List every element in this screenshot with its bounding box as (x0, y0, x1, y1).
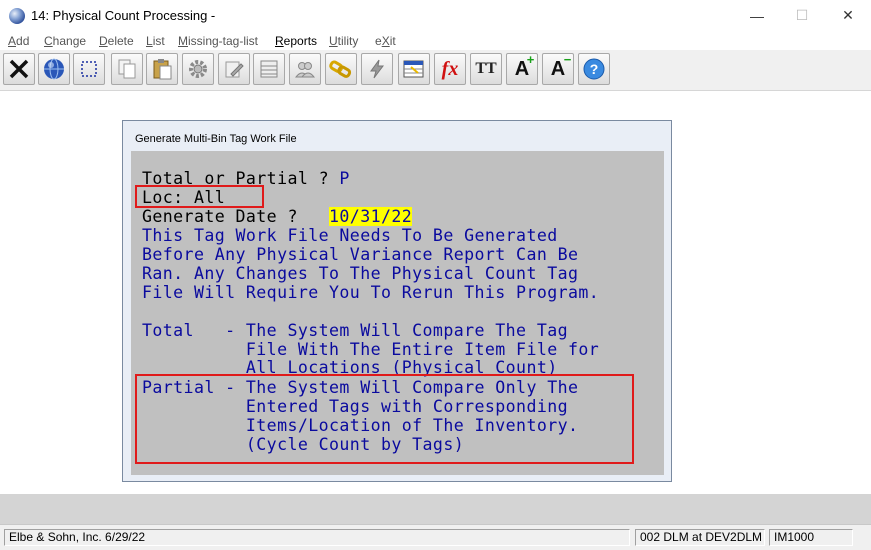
lightning-button[interactable] (361, 53, 393, 85)
fx-function-icon: fx (441, 57, 459, 80)
info-line: This Tag Work File Needs To Be Generated (142, 226, 558, 245)
minimize-icon: — (750, 7, 764, 24)
font-decrease-button[interactable]: A − (542, 52, 574, 85)
plus-icon: + (526, 51, 535, 67)
lightning-icon (370, 59, 384, 79)
close-icon: ✕ (842, 7, 854, 23)
close-button[interactable]: ✕ (825, 0, 871, 31)
total-desc-line: Total - The System Will Compare The Tag (142, 321, 569, 340)
font-increase-icon: A + (515, 52, 535, 81)
info-line: Ran. Any Changes To The Physical Count T… (142, 264, 579, 283)
menu-exit[interactable]: eXit (375, 34, 396, 48)
generate-date-prompt: Generate Date ? 10/31/22 (142, 207, 413, 226)
info-line: Before Any Physical Variance Report Can … (142, 245, 579, 264)
dialog-title: Generate Multi-Bin Tag Work File (135, 133, 297, 145)
maximize-button[interactable]: ☐ (779, 0, 825, 31)
status-session: 002 DLM at DEV2DLM (635, 529, 765, 546)
list-button[interactable] (253, 53, 285, 85)
globe-icon (44, 58, 64, 80)
font-decrease-icon: A − (551, 52, 572, 81)
menu-change[interactable]: Change (44, 34, 86, 48)
maximize-icon: ☐ (795, 7, 809, 23)
paste-button[interactable] (146, 53, 178, 85)
spreadsheet-button[interactable] (398, 53, 430, 85)
spreadsheet-icon (403, 60, 424, 78)
menu-list[interactable]: List (146, 34, 165, 48)
title-bar: 14: Physical Count Processing - — ☐ ✕ (0, 0, 871, 31)
toolbar: fx TT A + A − ? (0, 50, 871, 91)
status-company: Elbe & Sohn, Inc. 6/29/22 (4, 529, 630, 546)
menu-delete[interactable]: Delete (99, 34, 134, 48)
exit-x-icon (9, 59, 29, 79)
globe-button[interactable] (38, 53, 70, 85)
help-button[interactable]: ? (578, 53, 610, 85)
menu-missing-tag-list[interactable]: Missing-tag-list (178, 34, 258, 48)
text-case-button[interactable]: TT (470, 53, 502, 85)
function-button[interactable]: fx (434, 53, 466, 85)
settings-gear-icon (189, 60, 207, 78)
generate-date-label: Generate Date ? (142, 207, 330, 226)
app-globe-icon (9, 8, 25, 24)
paste-icon (153, 59, 172, 80)
select-rect-icon (81, 61, 97, 77)
text-case-icon: TT (475, 60, 497, 77)
status-bar: Elbe & Sohn, Inc. 6/29/22 002 DLM at DEV… (0, 524, 871, 550)
list-grid-icon (260, 60, 278, 78)
font-increase-button[interactable]: A + (506, 52, 538, 85)
status-program: IM1000 (769, 529, 853, 546)
users-icon (294, 62, 316, 78)
edit-button[interactable] (218, 53, 250, 85)
copy-icon (118, 59, 136, 79)
total-partial-input[interactable]: P (339, 169, 349, 188)
minimize-button[interactable]: — (734, 0, 780, 31)
svg-text:?: ? (590, 61, 599, 77)
menu-bar: Add Change Delete List Missing-tag-list … (0, 31, 871, 50)
exit-button[interactable] (3, 53, 35, 85)
help-icon: ? (583, 58, 605, 80)
users-button[interactable] (289, 53, 321, 85)
window-title: 14: Physical Count Processing - (31, 8, 216, 23)
generate-date-input[interactable]: 10/31/22 (329, 207, 413, 226)
settings-button[interactable] (182, 53, 214, 85)
link-chain-icon (329, 60, 352, 78)
lower-band (0, 494, 871, 524)
edit-pencil-icon (225, 61, 244, 78)
total-desc-line: File With The Entire Item File for (142, 340, 600, 359)
menu-reports[interactable]: Reports (275, 34, 317, 48)
menu-add[interactable]: Add (8, 34, 29, 48)
info-line: File Will Require You To Rerun This Prog… (142, 283, 600, 302)
link-button[interactable] (325, 53, 357, 85)
minus-icon: − (563, 51, 572, 67)
menu-utility[interactable]: Utility (329, 34, 358, 48)
copy-button[interactable] (111, 53, 143, 85)
partial-highlight-box (135, 374, 634, 464)
loc-highlight-box (135, 185, 264, 208)
generate-tag-dialog: Generate Multi-Bin Tag Work File Total o… (122, 120, 672, 482)
select-button[interactable] (73, 53, 105, 85)
